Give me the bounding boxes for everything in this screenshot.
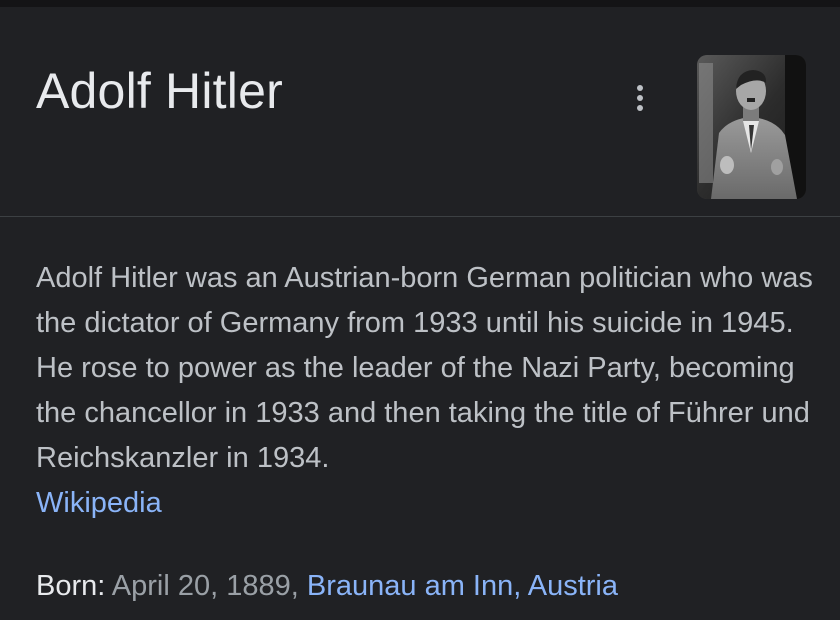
menu-dot xyxy=(637,95,643,101)
entity-description: Adolf Hitler was an Austrian-born German… xyxy=(36,256,816,526)
top-edge-bar xyxy=(0,0,840,7)
menu-dot xyxy=(637,105,643,111)
born-date: April 20, 1889, xyxy=(111,570,299,602)
wikipedia-source-link[interactable]: Wikipedia xyxy=(36,487,162,519)
portrait-photo-icon xyxy=(697,55,806,199)
description-text: Adolf Hitler was an Austrian-born German… xyxy=(36,262,813,474)
section-divider xyxy=(0,216,840,217)
born-fact-row: Born: April 20, 1889, Braunau am Inn, Au… xyxy=(36,564,618,609)
entity-title: Adolf Hitler xyxy=(36,63,283,119)
knowledge-panel-header: Adolf Hitler xyxy=(0,7,840,216)
more-options-icon[interactable] xyxy=(626,80,654,116)
menu-dot xyxy=(637,85,643,91)
birthplace-link[interactable]: Braunau am Inn, Austria xyxy=(307,570,618,602)
born-label: Born: xyxy=(36,570,106,602)
entity-thumbnail[interactable] xyxy=(697,55,806,199)
